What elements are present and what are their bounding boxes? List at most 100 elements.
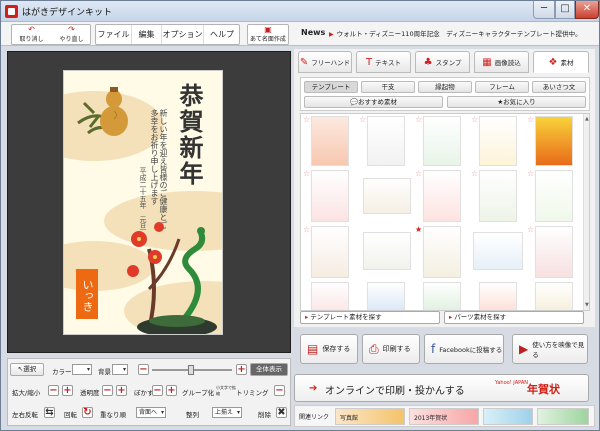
trim-label[interactable]: トリミング bbox=[236, 387, 269, 397]
subtab-greeting[interactable]: あいさつ文 bbox=[532, 81, 586, 93]
redo-button[interactable]: ↷ やり直し bbox=[52, 25, 91, 44]
order-dropdown[interactable]: 背面へ bbox=[136, 407, 166, 418]
template-thumbnail[interactable] bbox=[367, 116, 405, 166]
grid-scrollbar[interactable]: ▲ ▼ bbox=[583, 114, 589, 310]
opacity-down-button[interactable]: − bbox=[102, 385, 113, 396]
tab-freehand[interactable]: ✎ フリーハンド bbox=[298, 51, 352, 73]
blur-up-button[interactable]: + bbox=[166, 385, 177, 396]
zoom-out-button[interactable]: − bbox=[138, 364, 149, 375]
postcard-canvas[interactable]: 恭賀新年 新しい年を迎え皆様のご健康とご多幸をお祈り申し上げます 平成二十五年 … bbox=[63, 70, 223, 335]
canvas-area[interactable]: 恭賀新年 新しい年を迎え皆様のご健康とご多幸をお祈り申し上げます 平成二十五年 … bbox=[7, 51, 291, 353]
subtab-frame[interactable]: フレーム bbox=[475, 81, 529, 93]
favorite-star-icon[interactable]: ☆ bbox=[527, 116, 535, 124]
template-thumbnail[interactable] bbox=[311, 170, 349, 222]
trim-button[interactable]: − bbox=[274, 385, 285, 396]
zoom-slider-thumb[interactable] bbox=[188, 365, 194, 375]
scale-down-button[interactable]: − bbox=[48, 385, 59, 396]
find-parts-button[interactable]: パーツ素材を探す bbox=[444, 311, 584, 324]
favorite-star-icon[interactable]: ☆ bbox=[303, 226, 311, 234]
scroll-down-icon[interactable]: ▼ bbox=[585, 302, 589, 310]
subtab-eto[interactable]: 干支 bbox=[361, 81, 415, 93]
trash-icon[interactable]: ✖ bbox=[276, 407, 287, 418]
tab-materials[interactable]: ❖ 素材 bbox=[533, 51, 589, 73]
favorite-star-icon[interactable]: ☆ bbox=[471, 116, 479, 124]
flip-label[interactable]: 左右反転 bbox=[12, 409, 38, 419]
save-button[interactable]: ▤ 保存する bbox=[300, 334, 358, 364]
template-thumbnail[interactable] bbox=[535, 116, 573, 166]
greeting-text[interactable]: 恭賀新年 bbox=[175, 83, 204, 187]
address-side-button[interactable]: ▣ あて名面作成 bbox=[248, 25, 288, 44]
fit-view-button[interactable]: 全体表示 bbox=[250, 363, 288, 376]
tab-text[interactable]: T テキスト bbox=[356, 51, 411, 73]
template-thumbnail[interactable] bbox=[423, 226, 461, 278]
template-thumbnail[interactable] bbox=[479, 282, 517, 310]
news-ticker[interactable]: ウォルト・ディズニー110周年記念 ディズニーキャラクターテンプレート提供中。 bbox=[329, 28, 582, 38]
color-dropdown[interactable] bbox=[72, 364, 92, 375]
favorite-star-icon[interactable]: ☆ bbox=[303, 170, 311, 178]
template-thumbnail[interactable] bbox=[423, 170, 461, 222]
subtab-template[interactable]: テンプレート bbox=[304, 81, 358, 93]
minimize-button[interactable]: ─ bbox=[533, 1, 555, 19]
align-dropdown[interactable]: 上揃え bbox=[212, 407, 242, 418]
online-print-button[interactable]: ➔ オンラインで印刷・投かんする Yahoo! JAPAN 年賀状 bbox=[294, 374, 589, 402]
template-thumbnail[interactable] bbox=[479, 170, 517, 222]
scale-up-button[interactable]: + bbox=[62, 385, 73, 396]
template-thumbnail[interactable] bbox=[535, 226, 573, 278]
video-guide-label: 使い方を映像で見る bbox=[532, 341, 585, 359]
recommended-button[interactable]: 💬おすすめ素材 bbox=[304, 96, 443, 108]
template-thumbnail[interactable] bbox=[535, 170, 573, 222]
menu-file[interactable]: ファイル bbox=[96, 25, 132, 44]
select-tool-button[interactable]: ↖選択 bbox=[10, 363, 44, 376]
rotate-label[interactable]: 回転 bbox=[64, 409, 77, 419]
zoom-in-button[interactable]: + bbox=[236, 364, 247, 375]
menu-help[interactable]: ヘルプ bbox=[204, 25, 240, 44]
nengajo-banner[interactable]: 2013年賀状 bbox=[409, 408, 479, 425]
favorite-star-icon[interactable]: ☆ bbox=[527, 226, 535, 234]
favorite-star-icon[interactable]: ☆ bbox=[471, 170, 479, 178]
gourd-illustration[interactable] bbox=[74, 83, 144, 143]
promo-banner[interactable] bbox=[537, 408, 589, 425]
delete-label[interactable]: 削除 bbox=[258, 409, 271, 419]
undo-button[interactable]: ↶ 取り消し bbox=[12, 25, 51, 44]
favorite-star-icon[interactable]: ☆ bbox=[415, 170, 423, 178]
template-thumbnail[interactable] bbox=[311, 226, 349, 278]
favorite-star-icon[interactable]: ★ bbox=[415, 226, 423, 234]
favorite-star-icon[interactable]: ☆ bbox=[359, 116, 367, 124]
find-template-button[interactable]: テンプレート素材を探す bbox=[300, 311, 440, 324]
photo-studio-banner[interactable]: 写真館 bbox=[335, 408, 405, 425]
close-button[interactable]: ✕ bbox=[575, 1, 599, 19]
promo-banner[interactable] bbox=[483, 408, 533, 425]
template-thumbnail[interactable] bbox=[363, 232, 411, 270]
scroll-up-icon[interactable]: ▲ bbox=[585, 116, 589, 124]
opacity-up-button[interactable]: + bbox=[116, 385, 127, 396]
template-thumbnail[interactable] bbox=[423, 116, 461, 166]
flip-icon[interactable]: ⇆ bbox=[44, 407, 55, 418]
favorite-star-icon[interactable]: ☆ bbox=[303, 116, 311, 124]
rotate-icon[interactable]: ↻ bbox=[82, 407, 93, 418]
subtab-engimono[interactable]: 縁起物 bbox=[418, 81, 472, 93]
group-label[interactable]: グループ化 bbox=[182, 387, 214, 397]
template-thumbnail[interactable] bbox=[367, 282, 405, 310]
facebook-button[interactable]: f Facebookに投稿する bbox=[424, 334, 504, 364]
menu-edit[interactable]: 編集 bbox=[132, 25, 162, 44]
template-thumbnail[interactable] bbox=[473, 232, 523, 270]
favorites-button[interactable]: ★お気に入り bbox=[447, 96, 586, 108]
tab-image-load[interactable]: ▦ 画像読込 bbox=[474, 51, 529, 73]
menu-options[interactable]: オプション bbox=[162, 25, 204, 44]
template-thumbnail[interactable] bbox=[311, 282, 349, 310]
template-thumbnail[interactable] bbox=[363, 178, 411, 214]
blur-down-button[interactable]: − bbox=[152, 385, 163, 396]
sender-name-box[interactable]: いっき bbox=[76, 269, 98, 319]
video-guide-button[interactable]: ▶ 使い方を映像で見る bbox=[512, 334, 588, 364]
template-thumbnail[interactable] bbox=[479, 116, 517, 166]
template-thumbnail[interactable] bbox=[423, 282, 461, 310]
favorite-star-icon[interactable]: ☆ bbox=[415, 116, 423, 124]
maximize-button[interactable]: □ bbox=[555, 1, 575, 19]
background-dropdown[interactable] bbox=[112, 364, 128, 375]
plum-snake-illustration[interactable] bbox=[119, 209, 223, 335]
template-thumbnail[interactable] bbox=[535, 282, 573, 310]
tab-stamp[interactable]: ♣ スタンプ bbox=[415, 51, 470, 73]
template-thumbnail[interactable] bbox=[311, 116, 349, 166]
print-button[interactable]: ⎙ 印刷する bbox=[362, 334, 420, 364]
favorite-star-icon[interactable]: ☆ bbox=[527, 170, 535, 178]
